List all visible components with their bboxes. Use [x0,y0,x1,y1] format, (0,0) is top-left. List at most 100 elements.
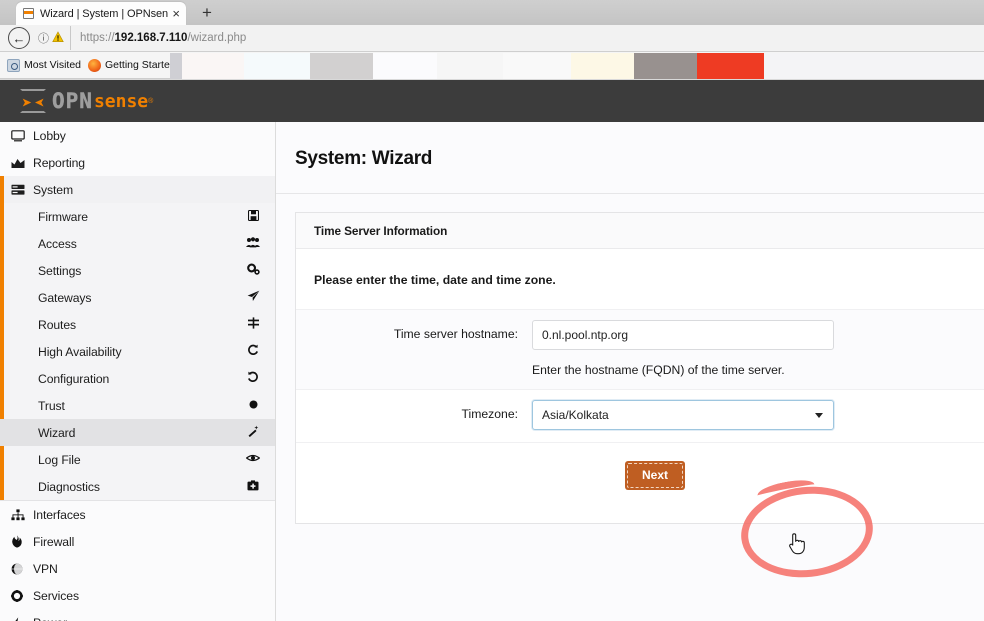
bookmarkbar-color-block-5 [437,53,503,79]
sidebar-item-label: Diagnostics [38,479,100,494]
power-plug-icon [11,616,33,621]
hostname-input[interactable]: 0.nl.pool.ntp.org [532,320,834,350]
most-visited-icon [7,58,20,72]
browser-chrome: Wizard | System | OPNsen... × + ← ⓘ http… [0,0,984,80]
chevron-down-icon [815,413,823,418]
gear-icon [11,589,33,602]
panel-footer: Next [296,443,984,523]
bookmarkbar-color-block-2 [244,53,310,79]
title-divider [276,193,984,194]
hostname-help-text: Enter the hostname (FQDN) of the time se… [532,363,785,377]
display-icon [11,129,33,142]
sidebar-top-nav: Lobby Reporting System Firmware Access S… [0,122,275,621]
opnsense-logo[interactable]: ➤ ➤ OPN sense ® [20,87,153,115]
bookmarkbar-color-block-3 [310,53,373,79]
sidebar-system-submenu: Firmware Access Settings Gateways Routes… [0,203,275,500]
panel-title: Time Server Information [314,223,448,238]
sidebar-item-access[interactable]: Access [0,230,275,257]
new-tab-button[interactable]: + [196,3,218,23]
bookmarkbar-color-block-9 [697,53,764,79]
timezone-label: Timezone: [461,407,518,421]
browser-tab-title: Wizard | System | OPNsen... [40,7,169,20]
sidebar-item-label: Access [38,236,77,251]
hostname-field-wrap: 0.nl.pool.ntp.org Enter the hostname (FQ… [532,310,984,389]
timezone-row: Timezone: Asia/Kolkata [296,390,984,443]
url-bar[interactable]: https://192.168.7.110/wizard.php [70,26,984,50]
sidebar-item-label: VPN [33,561,58,576]
page-title: System: Wizard [295,148,433,169]
bookmarkbar-color-block-7 [571,53,634,79]
sidebar-item-label: Wizard [38,425,76,440]
sidebar-item-high-availability[interactable]: High Availability [0,338,275,365]
sidebar-item-firewall[interactable]: Firewall [0,528,275,555]
sidebar: Lobby Reporting System Firmware Access S… [0,122,276,621]
sidebar-item-routes[interactable]: Routes [0,311,275,338]
app-topbar: ➤ ➤ OPN sense ® [0,80,984,122]
history-icon [244,371,262,386]
sidebar-item-label: Firewall [33,534,75,549]
opnsense-logo-icon: ➤ ➤ [20,89,46,113]
sidebar-item-wizard[interactable]: Wizard [0,419,275,446]
bookmarkbar-color-block-0 [170,53,182,79]
logo-text-accent: sense [93,90,149,112]
url-scheme: https:// [80,32,115,44]
screenshot-root: Wizard | System | OPNsen... × + ← ⓘ http… [0,0,984,621]
sidebar-item-gateways[interactable]: Gateways [0,284,275,311]
sidebar-item-label: Reporting [33,155,85,170]
sitemap-icon [11,508,33,521]
browser-tabstrip: Wizard | System | OPNsen... × + [0,0,984,25]
sidebar-item-label: Firmware [38,209,88,224]
refresh-icon [244,344,262,359]
url-host: 192.168.7.110 [114,32,188,44]
main-content: System: Wizard Time Server Information P… [276,122,984,621]
lock-warning-icon[interactable] [52,30,64,46]
server-icon [11,184,33,196]
logo-text-primary: OPN [52,89,93,113]
intro-text: Please enter the time, date and time zon… [314,273,556,287]
next-button[interactable]: Next [624,461,685,490]
browser-tab[interactable]: Wizard | System | OPNsen... × [16,2,186,25]
sidebar-item-configuration[interactable]: Configuration [0,365,275,392]
sidebar-item-trust[interactable]: Trust [0,392,275,419]
panel-intro-row: Please enter the time, date and time zon… [296,249,984,310]
sidebar-item-label: Lobby [33,128,66,143]
opnsense-page: ➤ ➤ OPN sense ® Lobby Reporting System F… [0,80,984,621]
sidebar-item-reporting[interactable]: Reporting [0,149,275,176]
sidebar-item-diagnostics[interactable]: Diagnostics [0,473,275,500]
paper-plane-icon [244,290,262,305]
page-info-icon[interactable]: ⓘ [38,30,49,46]
eye-icon [244,453,262,466]
sidebar-item-vpn[interactable]: VPN [0,555,275,582]
sidebar-item-label: Trust [38,398,65,413]
sidebar-item-system[interactable]: System [0,176,275,203]
hostname-row: Time server hostname: 0.nl.pool.ntp.org … [296,310,984,390]
sidebar-item-services[interactable]: Services [0,582,275,609]
sidebar-item-interfaces[interactable]: Interfaces [0,501,275,528]
sidebar-item-label: Configuration [38,371,110,386]
sidebar-item-power[interactable]: Power [0,609,275,621]
timezone-field-wrap: Asia/Kolkata [532,390,984,442]
bookmark-most-visited[interactable]: Most Visited [7,58,81,72]
bookmarkbar-color-block-6 [503,53,571,79]
sidebar-item-label: Routes [38,317,77,332]
sidebar-item-firmware[interactable]: Firmware [0,203,275,230]
opnsense-favicon-icon [22,7,35,20]
sidebar-item-lobby[interactable]: Lobby [0,122,275,149]
close-icon[interactable]: × [172,7,180,20]
sidebar-item-settings[interactable]: Settings [0,257,275,284]
bookmarkbar-color-block-8 [634,53,697,79]
sidebar-item-label: Power [33,616,67,621]
sidebar-item-label: Settings [38,263,82,278]
globe-icon [11,563,33,575]
timezone-select[interactable]: Asia/Kolkata [532,400,834,430]
bookmark-getting-started[interactable]: Getting Started [88,58,176,72]
timezone-selected-value: Asia/Kolkata [542,408,609,422]
sidebar-item-log-file[interactable]: Log File [0,446,275,473]
sidebar-item-label: Gateways [38,290,92,305]
back-arrow-icon[interactable]: ← [8,27,30,49]
panel-header: Time Server Information [296,213,984,249]
bookmark-label: Most Visited [24,59,81,71]
gears-icon [244,263,262,278]
hostname-label: Time server hostname: [393,327,518,341]
firefox-icon [88,58,101,72]
